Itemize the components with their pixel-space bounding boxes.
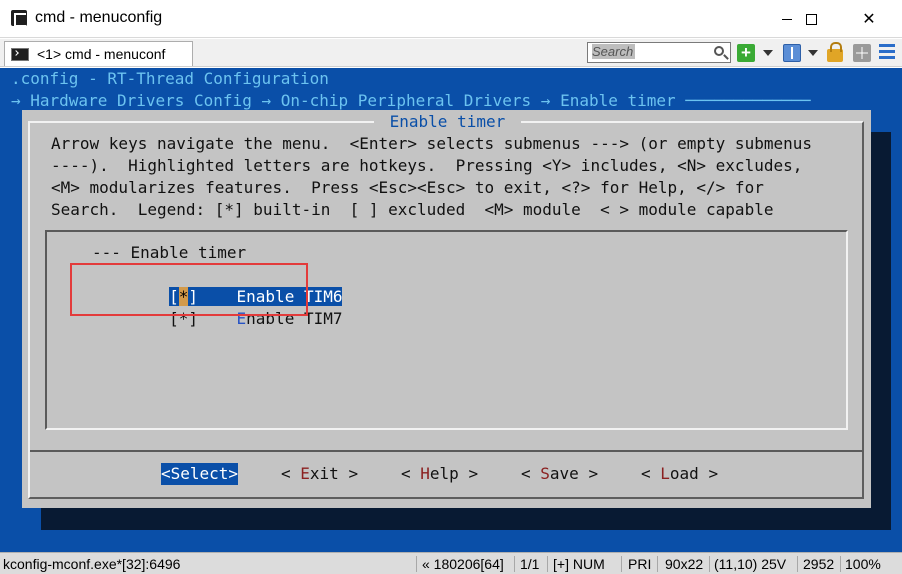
status-size: 90x22	[665, 556, 704, 572]
lock-icon[interactable]	[827, 42, 843, 62]
search-placeholder: Search	[592, 44, 636, 59]
menu-header: --- Enable timer	[92, 243, 247, 262]
tab-console-icon	[11, 47, 29, 61]
load-button[interactable]: < Load >	[641, 463, 718, 485]
help-button[interactable]: < Help >	[401, 463, 478, 485]
status-pid: 2952	[803, 556, 835, 572]
dropdown-icon[interactable]	[808, 50, 818, 56]
status-zoom: 100%	[845, 556, 881, 572]
grid-icon[interactable]	[853, 44, 871, 62]
title-bar: cmd - menuconfig ✕	[0, 0, 902, 38]
menuconfig-dialog: Enable timer Arrow keys navigate the men…	[22, 110, 871, 508]
search-input[interactable]: Search	[587, 42, 731, 63]
highlight-box	[70, 263, 308, 316]
exit-button[interactable]: < Exit >	[281, 463, 358, 485]
tab-toolbar: <1> cmd - menuconf Search +	[0, 39, 902, 67]
add-console-icon[interactable]: +	[737, 44, 755, 62]
select-button[interactable]: <Select>	[161, 463, 239, 485]
maximize-icon	[805, 13, 817, 25]
close-icon: ✕	[862, 11, 876, 28]
status-tab-position: 1/1	[520, 556, 540, 572]
tab-console[interactable]: <1> cmd - menuconf	[4, 41, 193, 66]
button-separator	[30, 450, 863, 452]
status-mode: [+] NUM	[553, 556, 605, 572]
status-cursor: (11,10) 25V	[714, 556, 787, 572]
console-icon	[11, 10, 27, 27]
split-icon[interactable]	[783, 44, 801, 62]
config-title: .config - RT-Thread Configuration	[11, 69, 329, 88]
button-row: <Select> < Exit > < Help > < Save > < Lo…	[22, 463, 871, 485]
close-button[interactable]: ✕	[846, 0, 892, 38]
dialog-title: Enable timer	[374, 111, 521, 133]
status-priority: PRI	[628, 556, 652, 572]
hamburger-menu-icon[interactable]	[879, 44, 895, 62]
console-area[interactable]: .config - RT-Thread Configuration → Hard…	[0, 68, 902, 552]
maximize-button[interactable]	[788, 0, 834, 38]
dropdown-icon[interactable]	[763, 50, 773, 56]
help-text: Arrow keys navigate the menu. <Enter> se…	[51, 134, 812, 219]
breadcrumb: → Hardware Drivers Config → On-chip Peri…	[11, 91, 811, 110]
save-button[interactable]: < Save >	[521, 463, 598, 485]
status-process: kconfig-mconf.exe*[32]:6496	[3, 556, 181, 572]
status-build: « 180206[64]	[422, 556, 504, 572]
status-bar: kconfig-mconf.exe*[32]:6496 « 180206[64]…	[0, 552, 902, 574]
window-title: cmd - menuconfig	[35, 9, 163, 26]
tab-label: <1> cmd - menuconf	[37, 46, 166, 62]
search-icon[interactable]	[714, 46, 724, 56]
menu-list: --- Enable timer [*] Enable TIM6 [*] Ena…	[45, 230, 848, 430]
